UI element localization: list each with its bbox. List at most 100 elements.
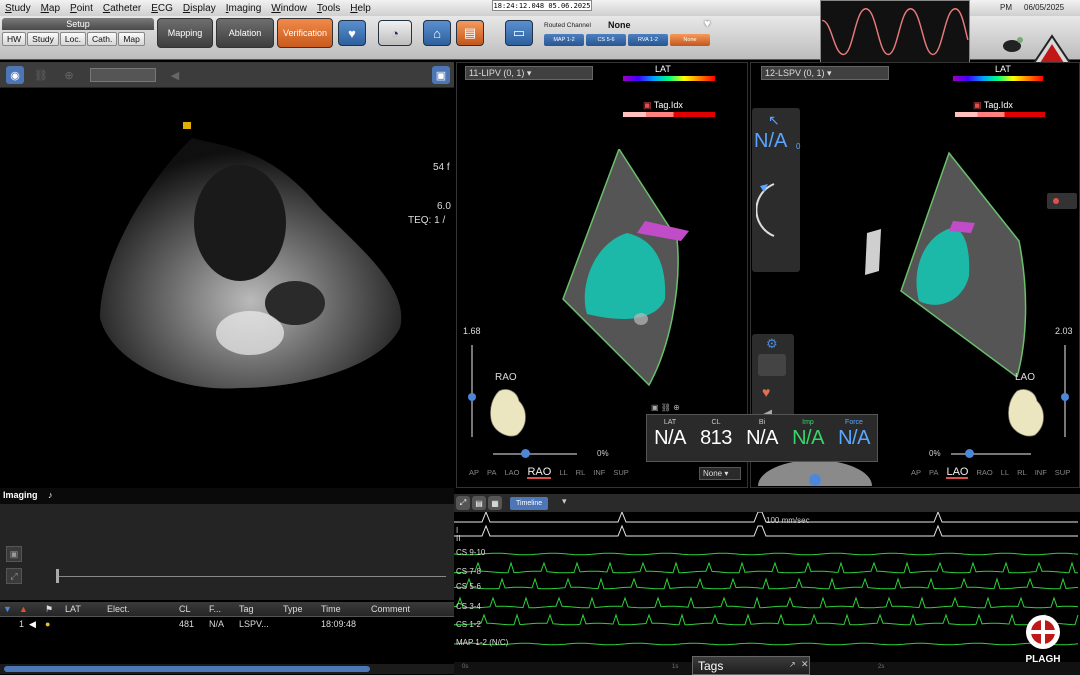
view-ap[interactable]: AP <box>911 468 921 479</box>
menu-window[interactable]: Window <box>266 3 312 14</box>
shape-icon-button[interactable]: ⌂ <box>423 20 451 46</box>
verification-button[interactable]: Verification <box>277 18 333 48</box>
setup-study-button[interactable]: Study <box>27 32 59 46</box>
view-sup[interactable]: SUP <box>1055 468 1070 479</box>
map-right-tag-label: ▣ Tag.Idx <box>973 100 1013 110</box>
col-type[interactable]: Type <box>280 602 318 616</box>
setup-hw-button[interactable]: HW <box>2 32 27 46</box>
view-ap[interactable]: AP <box>469 468 479 479</box>
pin-icon[interactable]: ↗ <box>789 660 796 669</box>
menu-display[interactable]: Display <box>178 3 221 14</box>
timeline-dropdown-icon[interactable]: ▾ <box>562 496 567 507</box>
menu-study[interactable]: Study <box>0 3 36 14</box>
menu-point[interactable]: Point <box>65 3 98 14</box>
map-left-opacity-slider[interactable] <box>493 453 577 455</box>
view-lao[interactable]: LAO <box>946 467 969 479</box>
egm-tool-3-icon[interactable]: ▦ <box>488 496 502 510</box>
col-lat[interactable]: LAT <box>62 602 104 616</box>
view-inf[interactable]: INF <box>1035 468 1047 479</box>
view-ll[interactable]: LL <box>559 468 567 479</box>
close-icon[interactable]: ✕ <box>801 659 809 670</box>
egm-tool-1-icon[interactable]: ⤢ <box>456 496 470 510</box>
map-left-zoom-thumb[interactable] <box>468 393 476 401</box>
heart-icon-button[interactable]: ♥ <box>338 20 366 46</box>
values-icons[interactable]: ▣ ⛓ ⊕ <box>651 403 680 412</box>
routed-rva12-button[interactable]: RVA 1-2 <box>628 34 668 46</box>
recorder-icon-button[interactable]: ▤ <box>456 20 484 46</box>
routed-map12-button[interactable]: MAP 1-2 <box>544 34 584 46</box>
ablation-icon[interactable]: ♥ <box>762 384 770 400</box>
map-right-opacity-slider[interactable] <box>951 453 1031 455</box>
speaker-icon[interactable]: ◀ <box>166 66 184 84</box>
map-left-none-dropdown[interactable]: None ▾ <box>699 467 741 480</box>
layout-icon[interactable]: ▣ <box>432 66 450 84</box>
map-left-opacity-thumb[interactable] <box>521 449 530 458</box>
setup-cath-button[interactable]: Cath. <box>87 32 118 46</box>
view-rl[interactable]: RL <box>576 468 586 479</box>
view-rl[interactable]: RL <box>1017 468 1027 479</box>
audio-icon[interactable]: ♪ <box>48 490 53 500</box>
timeline-button[interactable]: Timeline <box>510 497 549 510</box>
map-right-dropdown[interactable]: 12-LSPV (0, 1) ▾ <box>761 66 889 80</box>
map-right-opacity-thumb[interactable] <box>965 449 974 458</box>
setup-title[interactable]: Setup <box>2 18 154 30</box>
view-rao[interactable]: RAO <box>527 467 552 479</box>
view-inf[interactable]: INF <box>593 468 605 479</box>
gauge-icon-button[interactable]: ◔ <box>378 20 412 46</box>
ultrasound-icon[interactable]: ◉ <box>6 66 24 84</box>
filter-icon[interactable]: ▼ <box>0 602 16 616</box>
menu-imaging[interactable]: Imaging <box>221 3 267 14</box>
col-cl[interactable]: CL <box>176 602 206 616</box>
tags-tab[interactable]: Tags ↗ ✕ <box>692 656 810 675</box>
capture-button[interactable]: ▣ <box>6 546 22 562</box>
routed-cs56-button[interactable]: CS 5-6 <box>586 34 626 46</box>
catheter-status-value: N/A <box>754 130 788 152</box>
map-left-zoom-slider[interactable] <box>471 345 473 437</box>
setup-loc-button[interactable]: Loc. <box>59 32 86 46</box>
flag-icon[interactable]: ⚑ <box>42 602 62 616</box>
map-right-zoom-slider[interactable] <box>1064 345 1066 437</box>
routed-none-button[interactable]: None <box>670 34 710 46</box>
col-f[interactable]: F... <box>206 602 236 616</box>
mapping-button[interactable]: Mapping <box>157 18 213 48</box>
egm-tool-2-icon[interactable]: ▤ <box>472 496 486 510</box>
target-icon[interactable]: ⊕ <box>60 66 78 84</box>
view-lao[interactable]: LAO <box>504 468 519 479</box>
col-comment[interactable]: Comment <box>368 602 448 616</box>
col-elect[interactable]: Elect. <box>104 602 176 616</box>
crop-button[interactable]: ⤢ <box>6 568 22 584</box>
sort-icon[interactable]: ▲ <box>16 602 42 616</box>
headset-icon[interactable] <box>1000 34 1026 56</box>
map-left-dropdown[interactable]: 11-LIPV (0, 1) ▾ <box>465 66 593 80</box>
side-tool-1[interactable] <box>758 354 786 376</box>
ablation-button[interactable]: Ablation <box>216 18 274 48</box>
monitor-icon-button[interactable]: ▭ <box>505 20 533 46</box>
view-pa[interactable]: PA <box>487 468 496 479</box>
map-right-zoom-thumb[interactable] <box>1061 393 1069 401</box>
col-tag[interactable]: Tag <box>236 602 280 616</box>
menu-map[interactable]: Map <box>36 3 65 14</box>
table-scrollbar-thumb[interactable] <box>4 666 370 672</box>
view-sup[interactable]: SUP <box>613 468 628 479</box>
view-pa[interactable]: PA <box>929 468 938 479</box>
view-rao[interactable]: RAO <box>976 468 992 479</box>
menu-ecg[interactable]: ECG <box>146 3 178 14</box>
imaging-dropdown[interactable] <box>90 68 156 82</box>
values-panel: ▣ ⛓ ⊕ LAT N/A CL 813 Bi N/A Imp N/A Force N/A <box>646 403 878 462</box>
playback-thumb[interactable] <box>56 569 59 583</box>
catheter-dial[interactable] <box>758 462 872 486</box>
menu-tools[interactable]: Tools <box>312 3 345 14</box>
menu-catheter[interactable]: Catheter <box>98 3 146 14</box>
col-time[interactable]: Time <box>318 602 368 616</box>
link-icon[interactable]: ⛓ <box>32 66 50 84</box>
heart-model-icon-right[interactable] <box>1005 385 1049 439</box>
setup-map-button[interactable]: Map <box>118 32 145 46</box>
table-scrollbar[interactable] <box>0 664 454 674</box>
heart-model-icon-left[interactable] <box>487 385 531 439</box>
table-row[interactable]: 1 ◀ ● 481 N/A LSPV... 18:09:48 <box>0 617 454 633</box>
map-right-small-icon[interactable] <box>1047 193 1077 209</box>
gear-icon[interactable]: ⚙ <box>766 336 778 352</box>
view-ll[interactable]: LL <box>1001 468 1009 479</box>
menu-help[interactable]: Help <box>345 3 376 14</box>
playback-track[interactable] <box>56 576 446 577</box>
